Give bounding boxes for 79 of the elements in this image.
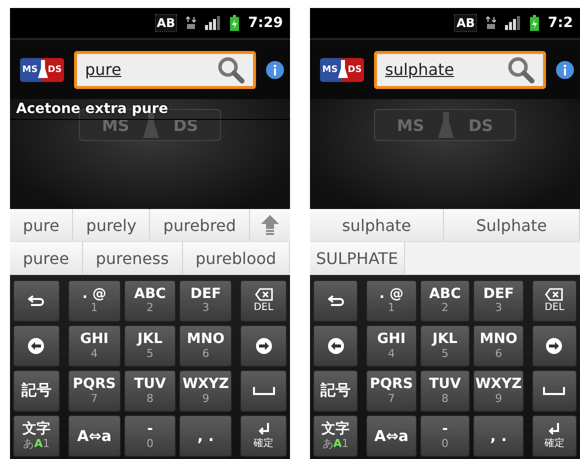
suggestion-item[interactable]: pure: [10, 209, 74, 241]
suggestion-item[interactable]: pureness: [82, 242, 183, 274]
app-logo: MS DS: [20, 58, 64, 82]
keyboard-key[interactable]: - 0: [420, 415, 470, 458]
undo-icon: [28, 294, 44, 307]
result-item[interactable]: Acetone extra pure: [10, 99, 290, 120]
space-icon: [543, 387, 566, 396]
keyboard-key[interactable]: , .: [179, 415, 232, 458]
suggestion-item[interactable]: Sulphate: [444, 209, 580, 241]
signal-icon: [205, 16, 222, 30]
input-mode-indicator: AB: [154, 14, 178, 32]
suggestion-item[interactable]: pureblood: [182, 242, 290, 274]
keyboard-key[interactable]: A⇔a: [68, 415, 121, 458]
delete-icon: [254, 288, 273, 302]
keyboard-key[interactable]: DEF 3: [473, 280, 524, 322]
info-icon[interactable]: [556, 60, 574, 78]
delete-key[interactable]: DEL: [532, 280, 577, 322]
keyboard-key[interactable]: 記号: [13, 370, 60, 412]
space-key[interactable]: [532, 370, 577, 412]
suggestion-item[interactable]: SULPHATE: [310, 242, 406, 274]
input-mode-indicator: AB: [454, 14, 477, 32]
undo-key[interactable]: [13, 280, 60, 322]
delete-key[interactable]: DEL: [240, 280, 288, 322]
left-arrow-key[interactable]: [13, 324, 60, 367]
space-icon: [252, 387, 275, 396]
keyboard-key[interactable]: ABC 2: [420, 280, 470, 322]
battery-icon: [230, 15, 240, 31]
keyboard-key[interactable]: , .: [473, 415, 524, 458]
keyboard-key[interactable]: DEF 3: [179, 280, 232, 322]
background-logo: MS DS: [374, 109, 516, 141]
keyboard-key[interactable]: MNO 6: [179, 324, 232, 367]
network-icon: [186, 16, 196, 30]
keyboard-key[interactable]: TUV 8: [124, 370, 176, 412]
suggestion-item[interactable]: puree: [10, 242, 83, 274]
keyboard-key[interactable]: ABC 2: [124, 280, 176, 322]
enter-icon: [256, 423, 271, 438]
space-key[interactable]: [240, 370, 288, 412]
keyboard-key[interactable]: PQRS 7: [68, 370, 121, 412]
delete-icon: [545, 288, 564, 302]
input-mode-key[interactable]: 文字 あA1: [313, 415, 358, 458]
keyboard-key[interactable]: - 0: [124, 415, 176, 458]
left-arrow-key[interactable]: [313, 324, 358, 367]
input-mode-key[interactable]: 文字 あA1: [13, 415, 60, 458]
keyboard-key[interactable]: A⇔a: [366, 415, 417, 458]
keyboard-key[interactable]: TUV 8: [420, 370, 470, 412]
battery-icon: [530, 15, 539, 31]
undo-icon: [328, 294, 344, 307]
clock-time: 7:29: [248, 15, 283, 31]
signal-icon: [504, 16, 521, 30]
keyboard-key[interactable]: . @ 1: [366, 280, 417, 322]
keyboard-key[interactable]: MNO 6: [473, 324, 524, 367]
keyboard-key[interactable]: WXYZ 9: [473, 370, 524, 412]
network-icon: [486, 16, 496, 30]
suggestion-item[interactable]: purely: [73, 209, 150, 241]
undo-key[interactable]: [313, 280, 358, 322]
search-field[interactable]: pure: [74, 50, 256, 88]
clock-time: 7:2: [548, 15, 573, 31]
keyboard-key[interactable]: WXYZ 9: [179, 370, 232, 412]
info-icon[interactable]: [266, 60, 284, 78]
suggestion-item[interactable]: sulphate: [310, 209, 444, 241]
suggestion-item[interactable]: purebred: [150, 209, 250, 241]
enter-key[interactable]: 確定: [240, 415, 288, 458]
search-field[interactable]: sulphate: [374, 50, 546, 88]
up-arrow-icon: [258, 214, 281, 236]
keyboard-key[interactable]: JKL 5: [124, 324, 176, 367]
keyboard-key[interactable]: GHI 4: [366, 324, 417, 367]
keyboard-key[interactable]: PQRS 7: [366, 370, 417, 412]
search-icon[interactable]: [217, 56, 245, 84]
right-arrow-key[interactable]: [240, 324, 288, 367]
keyboard-key[interactable]: . @ 1: [68, 280, 121, 322]
keyboard-key[interactable]: 記号: [313, 370, 358, 412]
app-logo: MS DS: [320, 58, 364, 82]
keyboard-key[interactable]: JKL 5: [420, 324, 470, 367]
expand-button[interactable]: [250, 209, 290, 241]
right-arrow-key[interactable]: [532, 324, 577, 367]
keyboard-key[interactable]: GHI 4: [68, 324, 121, 367]
enter-key[interactable]: 確定: [532, 415, 577, 458]
enter-icon: [547, 423, 562, 438]
search-icon[interactable]: [507, 56, 535, 84]
